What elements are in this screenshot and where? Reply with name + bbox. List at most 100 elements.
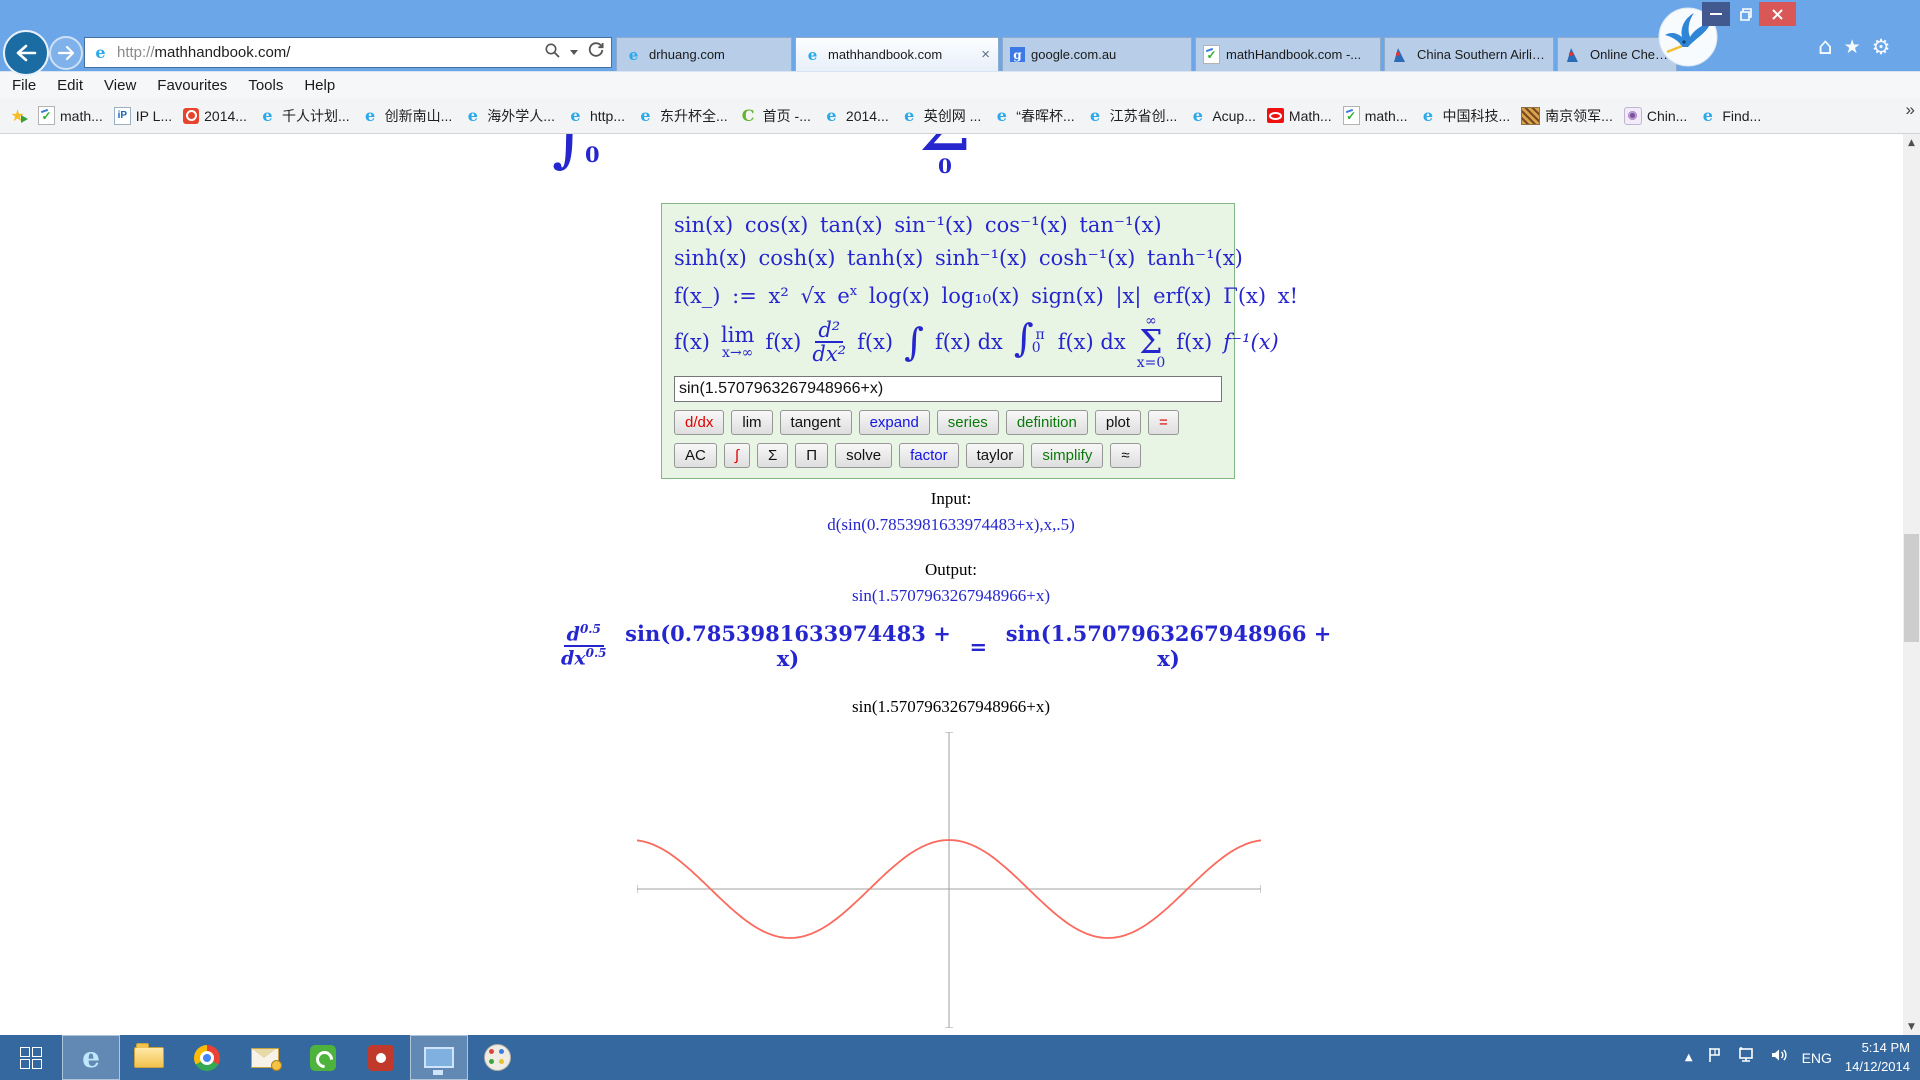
favorite-item[interactable]: 东升杯全... bbox=[636, 106, 728, 126]
calc-button[interactable]: Σ bbox=[757, 443, 788, 468]
back-button[interactable] bbox=[3, 30, 49, 76]
favorite-item[interactable]: 2014... bbox=[183, 108, 247, 124]
browser-tab[interactable]: China Southern Airline... bbox=[1384, 37, 1554, 71]
favorite-item[interactable]: 中国科技... bbox=[1419, 106, 1511, 126]
restore-button[interactable] bbox=[1732, 2, 1757, 26]
search-dropdown-caret-icon[interactable] bbox=[570, 50, 578, 55]
clock[interactable]: 5:14 PM 14/12/2014 bbox=[1845, 1039, 1910, 1075]
calc-button[interactable]: AC bbox=[674, 443, 717, 468]
calc-button[interactable]: factor bbox=[899, 443, 959, 468]
favorites-bar-icon[interactable] bbox=[8, 106, 27, 125]
calc-button[interactable]: = bbox=[1148, 410, 1179, 435]
taskbar-app-icon bbox=[424, 1047, 454, 1068]
menu-item[interactable]: View bbox=[104, 77, 136, 94]
scroll-down-arrow[interactable]: ▼ bbox=[1903, 1018, 1920, 1035]
favorite-item[interactable]: Chin... bbox=[1624, 107, 1687, 125]
favorite-favicon bbox=[1188, 106, 1207, 125]
calc-button[interactable]: ≈ bbox=[1110, 443, 1140, 468]
address-url[interactable]: http://mathhandbook.com/ bbox=[117, 44, 544, 61]
volume-icon[interactable] bbox=[1769, 1046, 1789, 1069]
taskbar-app-button[interactable] bbox=[178, 1035, 236, 1080]
menu-item[interactable]: File bbox=[12, 77, 36, 94]
calc-button[interactable]: expand bbox=[859, 410, 930, 435]
scroll-up-arrow[interactable]: ▲ bbox=[1903, 134, 1920, 151]
taskbar-app-button[interactable] bbox=[120, 1035, 178, 1080]
favorite-item[interactable]: Acup... bbox=[1188, 106, 1256, 125]
start-button[interactable] bbox=[0, 1035, 62, 1080]
favorite-item[interactable]: 江苏省创... bbox=[1086, 106, 1178, 126]
favorite-item[interactable]: 2014... bbox=[822, 106, 889, 125]
definite-integral-operator: ∫π0 bbox=[1014, 323, 1034, 361]
search-icon[interactable] bbox=[544, 42, 561, 64]
taskbar-app-button[interactable] bbox=[236, 1035, 294, 1080]
minimize-button[interactable] bbox=[1702, 2, 1730, 26]
favorite-item[interactable]: “春晖杯... bbox=[992, 106, 1074, 126]
second-derivative-operator: d²dx² bbox=[812, 319, 846, 365]
menu-item[interactable]: Help bbox=[304, 77, 335, 94]
taskbar-app-icon bbox=[484, 1044, 511, 1071]
taskbar-app-icon bbox=[82, 1041, 100, 1074]
favorite-item[interactable]: Math... bbox=[1267, 108, 1332, 124]
language-indicator[interactable]: ENG bbox=[1802, 1050, 1832, 1066]
calc-button[interactable]: lim bbox=[731, 410, 772, 435]
favorite-item[interactable]: math... bbox=[38, 106, 103, 125]
calc-button[interactable]: series bbox=[937, 410, 999, 435]
favorite-item[interactable]: Find... bbox=[1698, 106, 1761, 125]
taskbar-app-button[interactable] bbox=[62, 1035, 120, 1080]
action-center-flag-icon[interactable] bbox=[1706, 1046, 1723, 1069]
calc-button[interactable]: taylor bbox=[966, 443, 1025, 468]
fractional-derivative-operator: d0.5 dx0.5 bbox=[561, 623, 607, 670]
favorite-item[interactable]: 海外学人... bbox=[463, 106, 555, 126]
calc-button[interactable]: Π bbox=[795, 443, 828, 468]
tab-close-icon[interactable]: × bbox=[980, 47, 991, 62]
favorite-item[interactable]: IP L... bbox=[114, 107, 172, 125]
favorite-label: 江苏省创... bbox=[1110, 106, 1178, 126]
browser-tab[interactable]: mathHandbook.com -... bbox=[1195, 37, 1381, 71]
tab-label: drhuang.com bbox=[649, 47, 725, 62]
settings-gear-icon[interactable]: ⚙ bbox=[1872, 37, 1891, 58]
scrollbar-thumb[interactable] bbox=[1904, 534, 1919, 642]
favorite-label: math... bbox=[60, 108, 103, 124]
favorite-favicon bbox=[900, 106, 919, 125]
calc-button[interactable]: d/dx bbox=[674, 410, 724, 435]
taskbar-app-button[interactable] bbox=[468, 1035, 526, 1080]
page-content: ∫ 0 Σ 0 sin(x) cos(x) tan(x) sin⁻¹(x) co… bbox=[0, 134, 1920, 1035]
favorite-item[interactable]: math... bbox=[1343, 106, 1408, 125]
browser-tab[interactable]: google.com.au bbox=[1002, 37, 1192, 71]
favorites-star-icon[interactable]: ★ bbox=[1844, 38, 1861, 57]
favorite-favicon bbox=[1086, 106, 1105, 125]
favorites-overflow-chevron[interactable]: » bbox=[1906, 100, 1915, 120]
refresh-icon[interactable] bbox=[587, 41, 605, 64]
favorite-item[interactable]: http... bbox=[566, 106, 625, 125]
calc-button[interactable]: simplify bbox=[1031, 443, 1103, 468]
favorite-label: 南京领军... bbox=[1545, 106, 1613, 126]
calc-button[interactable]: plot bbox=[1095, 410, 1141, 435]
favorite-item[interactable]: 创新南山... bbox=[361, 106, 453, 126]
vertical-scrollbar[interactable]: ▲ ▼ bbox=[1903, 134, 1920, 1035]
menu-item[interactable]: Tools bbox=[248, 77, 283, 94]
menu-item[interactable]: Favourites bbox=[157, 77, 227, 94]
close-button[interactable] bbox=[1759, 2, 1796, 26]
taskbar-app-button[interactable] bbox=[352, 1035, 410, 1080]
calc-button[interactable]: definition bbox=[1006, 410, 1088, 435]
taskbar-app-button[interactable] bbox=[294, 1035, 352, 1080]
tray-show-hidden-icon[interactable]: ▲ bbox=[1685, 1052, 1693, 1063]
browser-tab[interactable]: mathhandbook.com × bbox=[795, 37, 999, 71]
favorite-item[interactable]: 千人计划... bbox=[258, 106, 350, 126]
address-bar[interactable]: http://mathhandbook.com/ bbox=[84, 37, 612, 68]
calc-button[interactable]: solve bbox=[835, 443, 892, 468]
favorite-item[interactable]: 英创网 ... bbox=[900, 106, 982, 126]
calc-button[interactable]: tangent bbox=[780, 410, 852, 435]
forward-button[interactable] bbox=[49, 36, 83, 70]
menu-item[interactable]: Edit bbox=[57, 77, 83, 94]
calc-button[interactable]: ∫ bbox=[724, 443, 750, 468]
ie-page-icon bbox=[91, 43, 110, 62]
network-icon[interactable] bbox=[1736, 1046, 1756, 1069]
browser-tab[interactable]: drhuang.com bbox=[616, 37, 792, 71]
taskbar-app-button[interactable] bbox=[410, 1035, 468, 1080]
favorite-favicon bbox=[38, 106, 55, 125]
favorite-item[interactable]: 首页 -... bbox=[739, 106, 811, 126]
expression-input[interactable] bbox=[674, 376, 1222, 402]
home-icon[interactable]: ⌂ bbox=[1818, 36, 1833, 59]
favorite-item[interactable]: 南京领军... bbox=[1521, 106, 1613, 126]
